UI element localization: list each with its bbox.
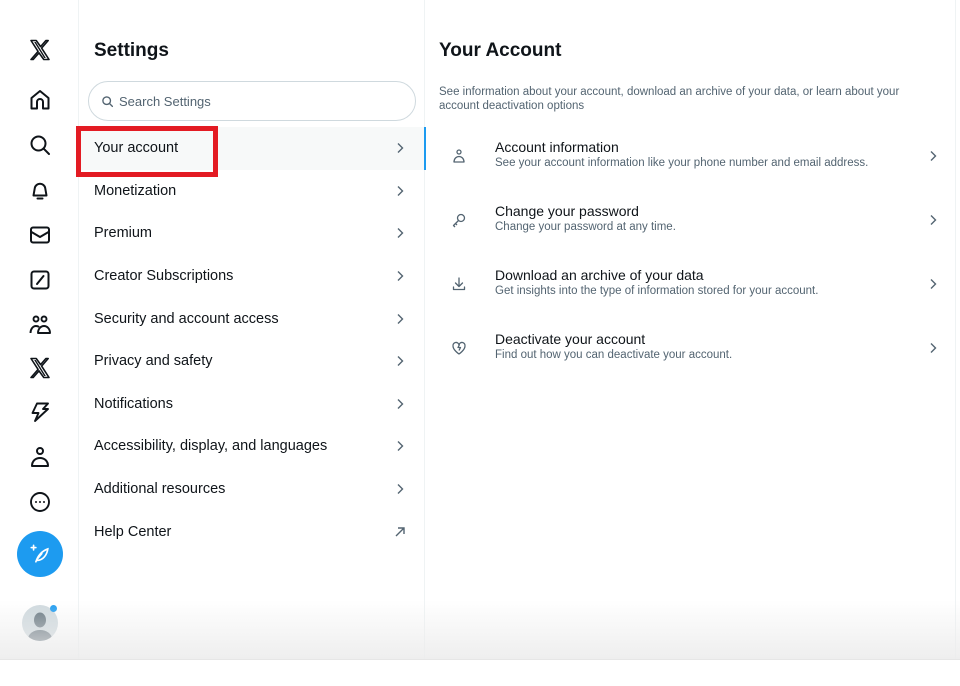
- settings-item-your-account[interactable]: Your account: [79, 127, 426, 170]
- settings-item-monetization[interactable]: Monetization: [79, 170, 424, 213]
- chevron-right-icon: [394, 227, 406, 239]
- chevron-right-icon: [927, 214, 939, 226]
- search-icon[interactable]: [24, 129, 56, 161]
- more-icon[interactable]: [24, 486, 56, 518]
- settings-item-security[interactable]: Security and account access: [79, 297, 424, 340]
- your-account-panel: Your Account See information about your …: [425, 0, 956, 660]
- download-icon: [451, 276, 467, 292]
- compose-post-button[interactable]: [17, 531, 63, 577]
- communities-icon[interactable]: [24, 309, 56, 341]
- settings-item-label: Additional resources: [94, 481, 226, 498]
- home-icon[interactable]: [24, 84, 56, 116]
- settings-item-label: Privacy and safety: [94, 353, 213, 370]
- search-icon: [102, 95, 114, 107]
- chevron-right-icon: [394, 355, 406, 367]
- chevron-right-icon: [927, 278, 939, 290]
- search-settings-input[interactable]: [119, 93, 399, 109]
- chevron-right-icon: [394, 440, 406, 452]
- settings-item-premium[interactable]: Premium: [79, 212, 424, 255]
- chevron-right-icon: [394, 398, 406, 410]
- settings-item-label: Security and account access: [94, 310, 279, 327]
- window-bottom-edge: [0, 659, 960, 660]
- profile-icon[interactable]: [24, 441, 56, 473]
- option-title: Change your password: [495, 203, 639, 219]
- feather-plus-icon: [30, 544, 49, 563]
- chevron-right-icon: [394, 313, 406, 325]
- settings-title: Settings: [94, 40, 169, 61]
- settings-item-creator-subscriptions[interactable]: Creator Subscriptions: [79, 255, 424, 298]
- notification-dot: [50, 605, 57, 612]
- broken-heart-icon: [451, 340, 467, 356]
- option-subtitle: Get insights into the type of informatio…: [495, 285, 819, 297]
- content-description: See information about your account, down…: [439, 86, 900, 112]
- external-link-arrow-icon: [394, 526, 406, 538]
- settings-item-notifications[interactable]: Notifications: [79, 383, 424, 426]
- chevron-right-icon: [394, 270, 406, 282]
- settings-item-label: Premium: [94, 225, 153, 242]
- key-icon: [451, 212, 467, 228]
- settings-item-label: Your account: [94, 140, 179, 157]
- settings-item-additional-resources[interactable]: Additional resources: [79, 468, 424, 511]
- option-title: Account information: [495, 139, 619, 155]
- option-subtitle: See your account information like your p…: [495, 157, 869, 169]
- chevron-right-icon: [394, 185, 406, 197]
- settings-item-label: Help Center: [94, 523, 172, 540]
- person-icon: [451, 148, 467, 164]
- settings-menu: Your account Monetization Premium Creato…: [79, 127, 426, 553]
- settings-item-help-center[interactable]: Help Center: [79, 510, 424, 553]
- settings-item-label: Notifications: [94, 395, 173, 412]
- settings-column: Settings Your account Monetization Premi…: [79, 0, 426, 660]
- bell-icon[interactable]: [24, 174, 56, 206]
- option-title: Download an archive of your data: [495, 267, 704, 283]
- option-subtitle: Change your password at any time.: [495, 221, 676, 233]
- option-account-information[interactable]: Account information See your account inf…: [425, 126, 955, 186]
- chevron-right-icon: [394, 142, 406, 154]
- search-settings-field[interactable]: [88, 81, 416, 121]
- option-download-archive[interactable]: Download an archive of your data Get ins…: [425, 254, 955, 314]
- option-change-password[interactable]: Change your password Change your passwor…: [425, 190, 955, 250]
- option-subtitle: Find out how you can deactivate your acc…: [495, 349, 733, 361]
- option-title: Deactivate your account: [495, 331, 646, 347]
- app-window: Settings Your account Monetization Premi…: [0, 0, 960, 660]
- settings-item-privacy[interactable]: Privacy and safety: [79, 340, 424, 383]
- mail-icon[interactable]: [24, 219, 56, 251]
- option-deactivate-account[interactable]: Deactivate your account Find out how you…: [425, 318, 955, 378]
- chevron-right-icon: [394, 483, 406, 495]
- settings-item-label: Monetization: [94, 182, 177, 199]
- x-logo-icon[interactable]: [24, 34, 56, 66]
- settings-item-accessibility[interactable]: Accessibility, display, and languages: [79, 425, 424, 468]
- lightning-icon[interactable]: [24, 396, 56, 428]
- chevron-right-icon: [927, 150, 939, 162]
- settings-item-label: Creator Subscriptions: [94, 268, 234, 285]
- content-title: Your Account: [439, 40, 562, 61]
- x-premium-icon[interactable]: [24, 352, 56, 384]
- chevron-right-icon: [927, 342, 939, 354]
- settings-item-label: Accessibility, display, and languages: [94, 438, 328, 455]
- nav-rail: [0, 0, 79, 660]
- grok-icon[interactable]: [24, 264, 56, 296]
